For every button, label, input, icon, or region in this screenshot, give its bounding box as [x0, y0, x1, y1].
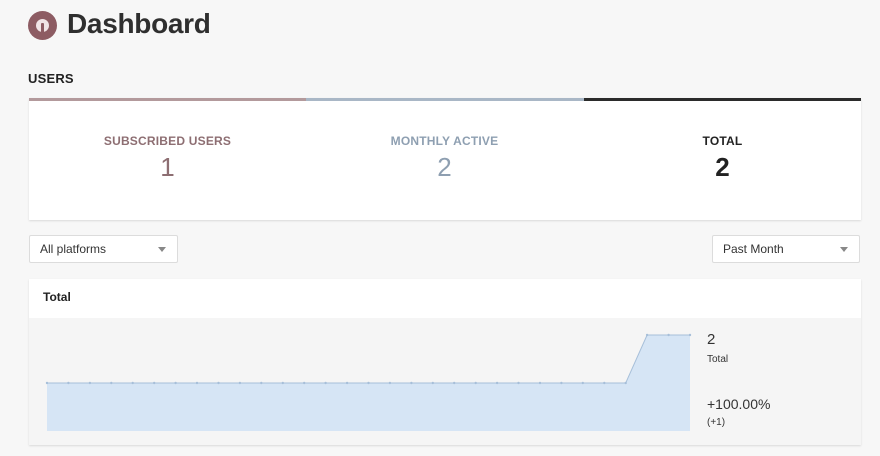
stats-color-bars — [29, 98, 861, 101]
total-color-bar — [583, 98, 861, 101]
stat-label: SUBSCRIBED USERS — [103, 134, 232, 148]
stat-label: TOTAL — [702, 134, 743, 148]
data-point[interactable] — [217, 381, 220, 385]
data-point[interactable] — [303, 381, 306, 385]
monthly-active-color-bar — [306, 98, 584, 101]
chevron-down-icon — [158, 247, 166, 252]
data-point[interactable] — [153, 381, 156, 385]
users-section-label: USERS — [28, 71, 74, 86]
stat-value: 1 — [160, 152, 175, 182]
stat-value: 2 — [437, 152, 452, 182]
data-point[interactable] — [453, 381, 456, 385]
data-point[interactable] — [603, 381, 606, 385]
data-point[interactable] — [281, 381, 284, 385]
data-point[interactable] — [388, 381, 392, 385]
data-point[interactable] — [174, 381, 177, 385]
page-title: Dashboard — [67, 8, 211, 39]
total-line-series — [47, 334, 690, 384]
data-point[interactable] — [324, 381, 327, 385]
summary-change-pct: +100.00% — [707, 396, 771, 412]
data-point[interactable] — [624, 381, 627, 385]
data-point[interactable] — [431, 381, 434, 385]
data-point[interactable] — [560, 381, 563, 385]
total-chart-card: Total 2 Total +100.00% (+1) — [29, 279, 861, 445]
data-point[interactable] — [517, 381, 520, 385]
platform-dropdown-value: All platforms — [40, 242, 107, 256]
chart-title: Total — [43, 290, 71, 304]
data-point[interactable] — [410, 381, 413, 385]
stat-total[interactable]: TOTAL 2 — [584, 134, 861, 183]
platform-dropdown[interactable]: All platforms — [29, 235, 178, 263]
data-point[interactable] — [495, 381, 499, 385]
stat-value: 2 — [715, 152, 730, 182]
data-point[interactable] — [688, 333, 692, 337]
period-dropdown[interactable]: Past Month — [712, 235, 860, 263]
data-point[interactable] — [67, 381, 70, 385]
gauge-logo-icon — [28, 10, 57, 40]
data-point[interactable] — [367, 381, 370, 385]
data-point[interactable] — [195, 381, 199, 385]
data-point[interactable] — [260, 381, 263, 385]
subscribed-color-bar — [29, 98, 307, 101]
users-stats-card: SUBSCRIBED USERS 1 MONTHLY ACTIVE 2 TOTA… — [29, 98, 861, 220]
summary-change-abs: (+1) — [707, 417, 726, 428]
stat-subscribed-users[interactable]: SUBSCRIBED USERS 1 — [29, 134, 306, 183]
total-area-chart — [45, 333, 692, 431]
summary-label: Total — [707, 354, 729, 365]
data-point[interactable] — [667, 333, 670, 337]
data-point[interactable] — [474, 381, 477, 385]
period-dropdown-value: Past Month — [723, 242, 784, 256]
chevron-down-icon — [840, 247, 848, 252]
data-point[interactable] — [110, 381, 113, 385]
stat-monthly-active[interactable]: MONTHLY ACTIVE 2 — [306, 134, 583, 183]
data-point[interactable] — [538, 381, 542, 385]
dashboard-header: Dashboard — [28, 8, 211, 40]
data-point[interactable] — [238, 381, 242, 385]
summary-value: 2 — [707, 331, 716, 348]
data-point[interactable] — [131, 381, 134, 385]
data-point[interactable] — [581, 381, 584, 385]
stat-label: MONTHLY ACTIVE — [390, 134, 499, 148]
data-point[interactable] — [345, 381, 349, 385]
data-point[interactable] — [45, 381, 49, 385]
data-point[interactable] — [645, 333, 649, 337]
data-point[interactable] — [88, 381, 92, 385]
chart-area: 2 Total +100.00% (+1) — [29, 318, 861, 445]
